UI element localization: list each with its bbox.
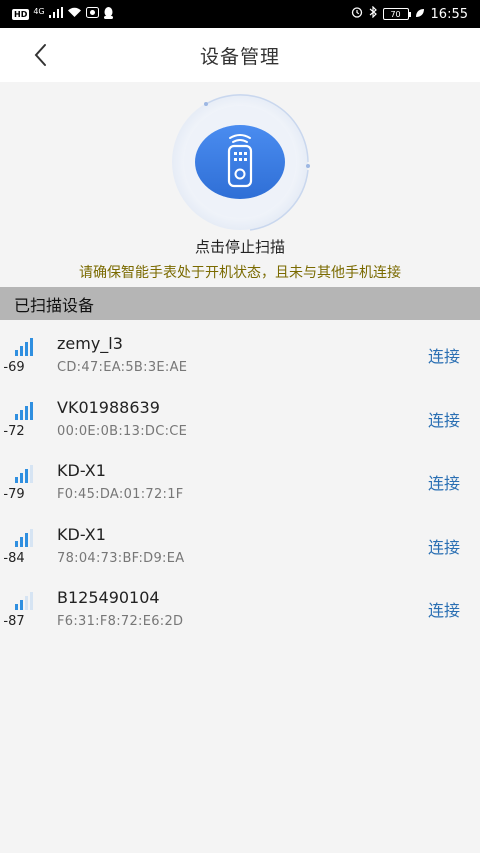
scan-animation [150, 90, 330, 235]
stop-scan-button[interactable] [194, 124, 286, 200]
device-mac-address: F6:31:F8:72:E6:2D [57, 614, 184, 629]
hd-badge: HD [12, 8, 30, 20]
signal-bar [30, 465, 33, 483]
status-left: HD 4G [12, 6, 114, 22]
bluetooth-icon [369, 5, 377, 22]
signal-bar [25, 405, 28, 420]
remote-control-icon [195, 125, 285, 199]
device-mac-address: 00:0E:0B:13:DC:CE [57, 423, 188, 439]
page-title: 设备管理 [199, 45, 280, 68]
wifi-icon [67, 7, 82, 21]
alarm-icon [351, 6, 363, 22]
rssi-value: -69 [3, 360, 25, 375]
rssi-value: -84 [3, 550, 25, 566]
gallery-icon [85, 7, 99, 21]
cell-signal-icon [48, 7, 63, 21]
signal-bar [30, 338, 33, 356]
signal-bar [20, 346, 23, 356]
signal-bar [15, 350, 18, 356]
battery-level: 70 [390, 9, 401, 19]
device-row: -87 B125490104 F6:31:F8:72:E6:2D 连接 [0, 574, 480, 638]
rssi-value: -87 [3, 614, 25, 629]
rssi-value: -72 [3, 423, 25, 439]
scanned-devices-header: 已扫描设备 [0, 287, 480, 320]
navigation-bar: 设备管理 [0, 28, 480, 82]
rssi-value: -79 [3, 487, 25, 502]
status-right: 70 16:55 [351, 5, 468, 22]
device-mac-address: 78:04:73:BF:D9:EA [57, 550, 185, 566]
signal-bar [20, 409, 23, 420]
leaf-icon [415, 7, 425, 22]
device-name: B125490104 [57, 588, 160, 607]
device-row: -84 KD-X1 78:04:73:BF:D9:EA 连接 [0, 511, 480, 575]
signal-bar [15, 540, 18, 547]
connect-button[interactable]: 连接 [428, 407, 460, 431]
signal-bar [25, 342, 28, 356]
network-type: 4G [33, 6, 45, 16]
device-row: -72 VK01988639 00:0E:0B:13:DC:CE 连接 [0, 384, 480, 448]
back-button[interactable] [22, 38, 58, 72]
connect-button[interactable]: 连接 [428, 597, 460, 621]
status-bar: HD 4G 70 16:55 [0, 0, 480, 28]
chevron-left-icon [34, 44, 46, 66]
stop-scan-label[interactable]: 点击停止扫描 [0, 236, 480, 257]
signal-bar [20, 536, 23, 547]
device-row: -69 zemy_l3 CD:47:EA:5B:3E:AE 连接 [0, 320, 480, 384]
clock-time: 16:55 [430, 6, 468, 22]
device-mac-address: CD:47:EA:5B:3E:AE [57, 360, 188, 375]
signal-bar [15, 413, 18, 420]
signal-bar [20, 600, 23, 610]
signal-bar [25, 532, 28, 547]
signal-bar [30, 528, 33, 547]
signal-bar [25, 469, 28, 483]
device-name: KD-X1 [57, 524, 106, 544]
device-name: KD-X1 [57, 461, 106, 480]
device-list: -69 zemy_l3 CD:47:EA:5B:3E:AE 连接 -72 VK0… [0, 320, 480, 638]
scan-panel: 点击停止扫描 请确保智能手表处于开机状态，且未与其他手机连接 [0, 82, 480, 286]
signal-bar [30, 592, 33, 610]
qq-icon [103, 6, 114, 22]
scan-warning-text: 请确保智能手表处于开机状态，且未与其他手机连接 [79, 265, 401, 281]
connect-button[interactable]: 连接 [428, 534, 460, 558]
device-row: -79 KD-X1 F0:45:DA:01:72:1F 连接 [0, 447, 480, 511]
signal-bar [15, 477, 18, 483]
connect-button[interactable]: 连接 [428, 470, 460, 494]
signal-bar [20, 473, 23, 483]
signal-bar [30, 401, 33, 420]
battery-icon: 70 [382, 8, 411, 20]
device-name: zemy_l3 [57, 334, 123, 353]
connect-button[interactable]: 连接 [428, 343, 460, 367]
signal-bar [15, 604, 18, 610]
signal-bar [25, 596, 28, 610]
device-name: VK01988639 [57, 397, 160, 417]
device-mac-address: F0:45:DA:01:72:1F [57, 487, 184, 502]
